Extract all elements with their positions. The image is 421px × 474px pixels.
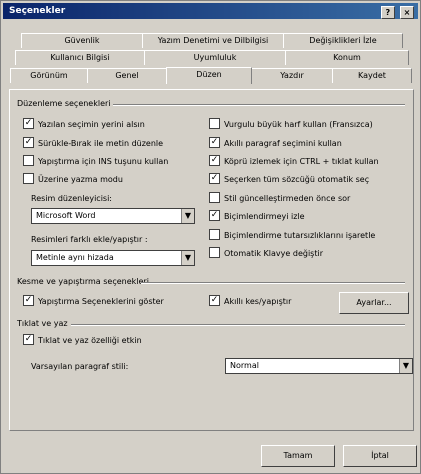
tab-print[interactable]: Yazdır (251, 68, 333, 83)
ctrl-click-hyperlink-checkbox[interactable]: ✓ Köprü izlemek için CTRL + tıklat kullan (209, 155, 379, 168)
accented-uppercase-checkbox[interactable]: Vurgulu büyük harf kullan (Fransızca) (209, 118, 373, 131)
checkbox-label: Üzerine yazma modu (38, 175, 123, 184)
show-paste-options-checkbox[interactable]: ✓ Yapıştırma Seçeneklerini göster (23, 295, 164, 308)
checkbox-label: Köprü izlemek için CTRL + tıklat kullan (224, 157, 379, 166)
auto-keyboard-switch-checkbox[interactable]: Otomatik Klavye değiştir (209, 247, 323, 260)
tab-track-changes[interactable]: Değişiklikleri İzle (283, 33, 403, 48)
cutpaste-section-label: Kesme ve yapıştırma seçenekleri (17, 277, 149, 286)
settings-button[interactable]: Ayarlar... (339, 292, 409, 314)
tab-security[interactable]: Güvenlik (21, 33, 143, 48)
tab-compatibility[interactable]: Uyumluluk (144, 50, 286, 65)
checkbox-label: Yapıştırma için INS tuşunu kullan (38, 157, 169, 166)
prompt-style-update-checkbox[interactable]: Stil güncelleştirmeden önce sor (209, 192, 351, 205)
checkbox-label: Biçimlendirmeyi izle (224, 212, 305, 221)
smart-cut-paste-checkbox[interactable]: ✓ Akıllı kes/yapıştır (209, 295, 292, 308)
enable-click-type-checkbox[interactable]: ✓ Tıklat ve yaz özelliği etkin (23, 334, 142, 347)
checkbox-box: ✓ (23, 334, 34, 345)
default-style-dropdown[interactable]: Normal ▼ (225, 358, 413, 374)
picture-editor-label: Resim düzenleyicisi: (31, 194, 112, 203)
tab-spelling-grammar[interactable]: Yazım Denetimi ve Dilbilgisi (142, 33, 284, 48)
default-style-label: Varsayılan paragraf stili: (31, 362, 129, 371)
smart-paragraph-checkbox[interactable]: ✓ Akıllı paragraf seçimini kullan (209, 137, 342, 150)
section-divider (71, 324, 405, 326)
checkbox-label: Vurgulu büyük harf kullan (Fransızca) (224, 120, 373, 129)
insert-paste-label: Resimleri farklı ekle/yapıştır : (31, 235, 148, 244)
checkbox-label: Stil güncelleştirmeden önce sor (224, 194, 351, 203)
editing-section-label: Düzenleme seçenekleri (17, 99, 111, 108)
checkbox-box: ✓ (209, 210, 220, 221)
tab-general[interactable]: Genel (87, 68, 167, 83)
click-type-section-label: Tıklat ve yaz (17, 319, 68, 328)
ok-button[interactable]: Tamam (261, 445, 335, 467)
checkbox-box (23, 155, 34, 166)
typing-replaces-checkbox[interactable]: ✓ Yazılan seçimin yerini alsın (23, 118, 145, 131)
mark-formatting-inconsistencies-checkbox[interactable]: Biçimlendirme tutarsızlıklarını işaretle (209, 229, 376, 242)
checkbox-label: Biçimlendirme tutarsızlıklarını işaretle (224, 231, 376, 240)
dropdown-value: Metinle aynı hizada (36, 253, 114, 262)
checkbox-box: ✓ (23, 137, 34, 148)
chevron-down-icon[interactable]: ▼ (399, 359, 412, 373)
dropdown-value: Microsoft Word (36, 211, 96, 220)
tab-view[interactable]: Görünüm (10, 68, 88, 83)
drag-drop-checkbox[interactable]: ✓ Sürükle-Bırak ile metin düzenle (23, 137, 164, 150)
checkbox-box (209, 229, 220, 240)
checkbox-box: ✓ (209, 173, 220, 184)
picture-editor-dropdown[interactable]: Microsoft Word ▼ (31, 208, 195, 224)
checkbox-label: Tıklat ve yaz özelliği etkin (38, 336, 142, 345)
checkbox-box (209, 247, 220, 258)
tab-edit[interactable]: Düzen (166, 67, 252, 84)
checkbox-box: ✓ (209, 155, 220, 166)
checkbox-box: ✓ (209, 137, 220, 148)
section-divider (141, 282, 405, 284)
checkbox-box (209, 118, 220, 129)
section-divider (113, 104, 405, 106)
checkbox-box: ✓ (23, 295, 34, 306)
checkbox-label: Akıllı kes/yapıştır (224, 297, 292, 306)
tab-save[interactable]: Kaydet (332, 68, 412, 83)
tab-user-info[interactable]: Kullanıcı Bilgisi (15, 50, 145, 65)
checkbox-label: Yazılan seçimin yerini alsın (38, 120, 145, 129)
chevron-down-icon[interactable]: ▼ (181, 209, 194, 223)
checkbox-label: Sürükle-Bırak ile metin düzenle (38, 139, 164, 148)
checkbox-label: Yapıştırma Seçeneklerini göster (38, 297, 164, 306)
options-dialog: Seçenekler ? × Güvenlik Yazım Denetimi v… (0, 0, 421, 474)
checkbox-box: ✓ (23, 118, 34, 129)
overtype-mode-checkbox[interactable]: Üzerine yazma modu (23, 173, 123, 186)
checkbox-box (23, 173, 34, 184)
keep-track-formatting-checkbox[interactable]: ✓ Biçimlendirmeyi izle (209, 210, 305, 223)
checkbox-label: Otomatik Klavye değiştir (224, 249, 323, 258)
title-bar: Seçenekler ? × (3, 3, 418, 19)
checkbox-label: Akıllı paragraf seçimini kullan (224, 139, 342, 148)
checkbox-box: ✓ (209, 295, 220, 306)
cancel-button[interactable]: İptal (343, 445, 417, 467)
checkbox-label: Seçerken tüm sözcüğü otomatik seç (224, 175, 370, 184)
checkbox-box (209, 192, 220, 203)
chevron-down-icon[interactable]: ▼ (181, 251, 194, 265)
ins-key-paste-checkbox[interactable]: Yapıştırma için INS tuşunu kullan (23, 155, 169, 168)
tab-file-locations[interactable]: Konum (285, 50, 409, 65)
help-icon[interactable]: ? (380, 6, 395, 19)
auto-select-word-checkbox[interactable]: ✓ Seçerken tüm sözcüğü otomatik seç (209, 173, 370, 186)
window-title: Seçenekler (9, 6, 66, 16)
dropdown-value: Normal (230, 361, 259, 370)
insert-paste-dropdown[interactable]: Metinle aynı hizada ▼ (31, 250, 195, 266)
close-icon[interactable]: × (400, 6, 414, 19)
